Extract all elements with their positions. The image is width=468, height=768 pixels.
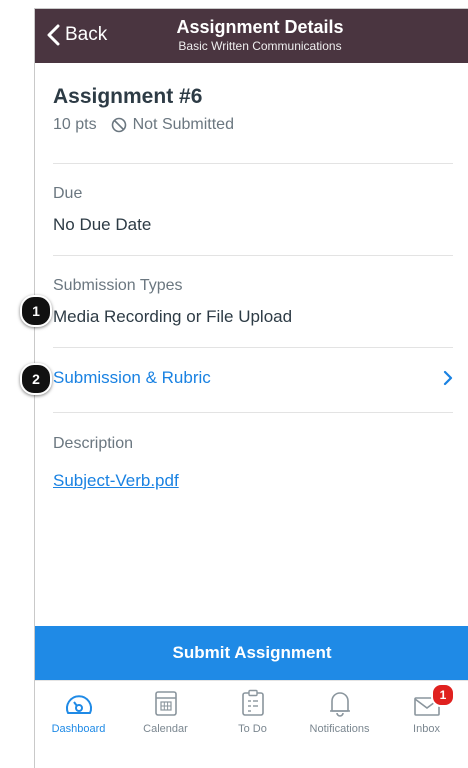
- callout-marker-1: 1: [20, 295, 52, 327]
- tab-label: To Do: [238, 723, 267, 735]
- tab-dashboard[interactable]: Dashboard: [35, 689, 122, 735]
- tab-label: Inbox: [413, 723, 440, 735]
- submission-types-value: Media Recording or File Upload: [53, 307, 293, 326]
- submit-assignment-button[interactable]: Submit Assignment: [35, 626, 468, 680]
- submission-rubric-label: Submission & Rubric: [53, 368, 211, 387]
- assignment-title: Assignment #6: [53, 85, 203, 108]
- description-label: Description: [53, 435, 134, 452]
- dashboard-icon: [65, 695, 92, 714]
- back-button[interactable]: Back: [47, 24, 107, 46]
- page-title: Assignment Details: [176, 17, 344, 37]
- due-label: Due: [53, 185, 83, 202]
- tab-notifications[interactable]: Notifications: [296, 689, 383, 735]
- tab-inbox[interactable]: 1 Inbox: [383, 683, 468, 735]
- not-submitted-icon: [111, 117, 126, 133]
- tab-label: Dashboard: [51, 723, 106, 735]
- tab-label: Calendar: [143, 723, 188, 735]
- divider: [53, 255, 453, 256]
- submission-types-label: Submission Types: [53, 277, 183, 294]
- nav-title-group: Assignment Details Basic Written Communi…: [135, 17, 385, 54]
- todo-icon: [241, 689, 264, 716]
- calendar-icon: [154, 691, 177, 716]
- tab-label: Notifications: [309, 723, 370, 735]
- attachment-link[interactable]: Subject-Verb.pdf: [53, 471, 179, 491]
- divider: [53, 412, 453, 413]
- tab-todo[interactable]: To Do: [209, 689, 296, 735]
- submission-rubric-row[interactable]: Submission & Rubric: [53, 363, 453, 393]
- assignment-meta: 10 pts Not Submitted: [53, 116, 234, 134]
- bell-icon: [329, 692, 350, 717]
- back-label: Back: [65, 24, 108, 45]
- tab-bar: Dashboard Calendar To Do Notifications 1: [35, 680, 468, 768]
- course-subtitle: Basic Written Communications: [178, 39, 342, 53]
- due-value: No Due Date: [53, 215, 152, 234]
- unread-badge: 1: [431, 683, 455, 707]
- tab-calendar[interactable]: Calendar: [122, 689, 209, 735]
- app-screen: Back Assignment Details Basic Written Co…: [34, 8, 468, 768]
- callout-marker-2: 2: [20, 363, 52, 395]
- submission-status: Not Submitted: [132, 116, 234, 133]
- navigation-bar: Back Assignment Details Basic Written Co…: [35, 9, 468, 63]
- chevron-left-icon: [47, 24, 60, 46]
- divider: [53, 163, 453, 164]
- chevron-right-icon: [443, 370, 453, 386]
- points-value: 10 pts: [53, 116, 97, 133]
- divider: [53, 347, 453, 348]
